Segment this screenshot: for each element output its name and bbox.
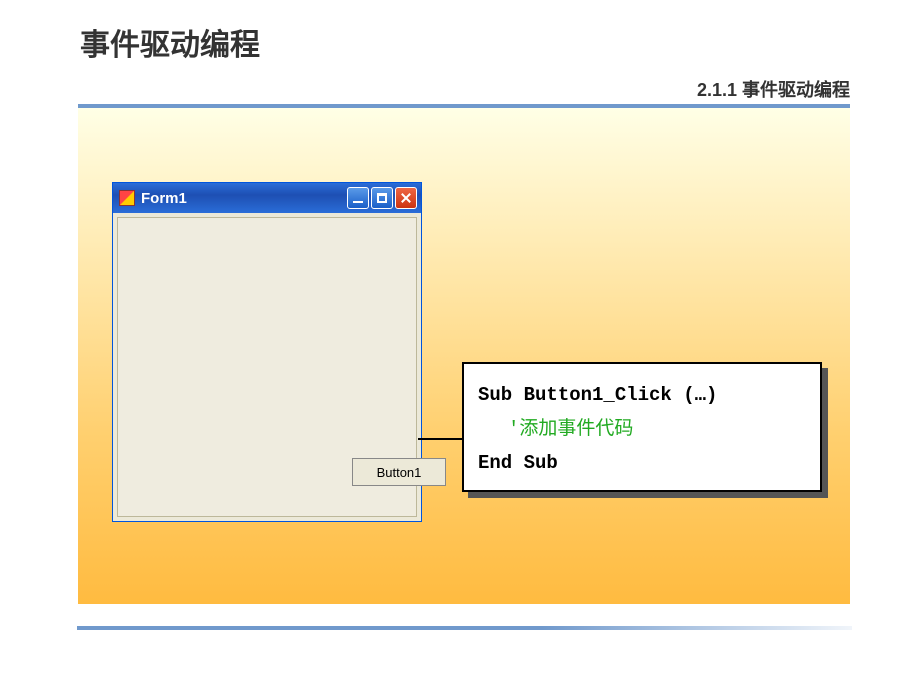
slide-subtitle: 2.1.1 事件驱动编程	[697, 76, 850, 102]
code-line-1: Sub Button1_Click (…)	[478, 378, 806, 412]
minimize-icon	[353, 201, 363, 203]
content-area: Form1 Button1 Sub Button1_Click (…) '添加事…	[78, 104, 850, 604]
slide-title: 事件驱动编程	[80, 20, 260, 64]
form-window: Form1 Button1	[112, 182, 422, 522]
form-icon	[119, 190, 135, 206]
titlebar-buttons	[347, 187, 417, 209]
titlebar[interactable]: Form1	[113, 183, 421, 213]
bottom-divider	[77, 626, 852, 630]
maximize-icon	[377, 193, 387, 203]
maximize-button[interactable]	[371, 187, 393, 209]
code-box: Sub Button1_Click (…) '添加事件代码 End Sub	[462, 362, 822, 492]
close-icon	[400, 192, 412, 204]
connector-line	[418, 438, 464, 440]
close-button[interactable]	[395, 187, 417, 209]
button1[interactable]: Button1	[352, 458, 446, 486]
form-body: Button1	[117, 217, 417, 517]
code-comment: '添加事件代码	[478, 412, 806, 446]
form-title: Form1	[141, 190, 187, 207]
code-line-3: End Sub	[478, 446, 806, 480]
minimize-button[interactable]	[347, 187, 369, 209]
